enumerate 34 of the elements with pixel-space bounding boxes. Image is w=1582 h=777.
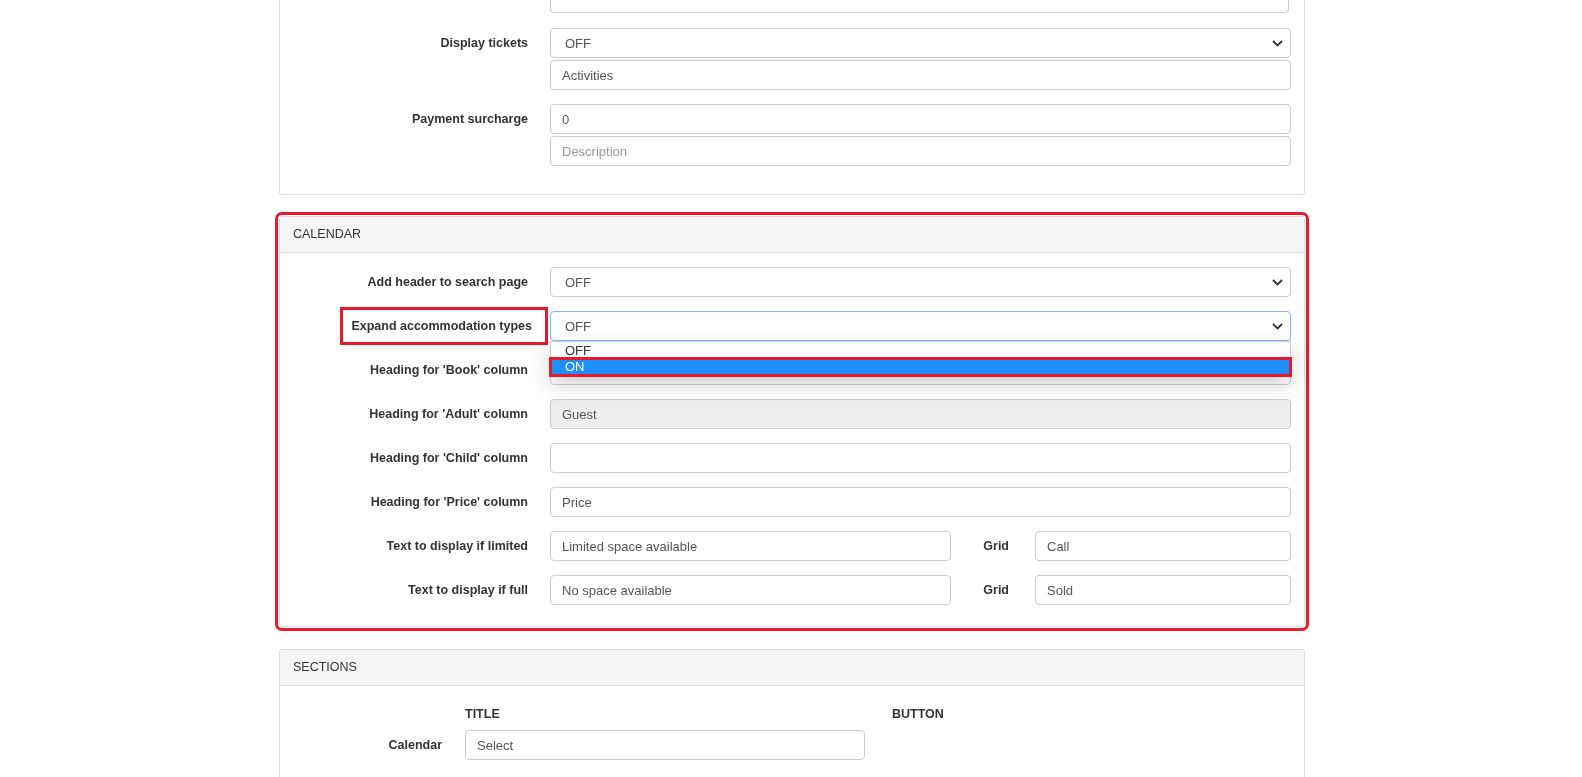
chevron-icon (1272, 322, 1283, 330)
field-label: Display tickets (440, 35, 528, 52)
chevron-icon (1272, 278, 1283, 286)
field-label: Expand accommodation types (340, 307, 548, 345)
field-label: Heading for 'Child' column (369, 450, 528, 467)
field-label: Heading for 'Book' column (369, 362, 528, 379)
field-label: Add header to search page (367, 274, 528, 291)
column-header: TITLE (465, 706, 501, 722)
field-label: Payment surcharge (411, 111, 528, 128)
field-label: Grid (983, 538, 1009, 555)
text-field[interactable]: Select (465, 730, 865, 760)
dropdown-field[interactable]: OFF (550, 28, 1291, 58)
dropdown-option[interactable]: OFF (551, 343, 1290, 359)
section-header: SECTIONS (280, 650, 1304, 686)
column-header: BUTTON (892, 706, 945, 722)
chevron-icon (1272, 39, 1283, 47)
field-label: Grid (983, 582, 1009, 599)
section-header: CALENDAR (280, 217, 1304, 253)
field-label: Heading for 'Adult' column (369, 406, 528, 423)
text-field[interactable]: Sold (1035, 575, 1291, 605)
text-field[interactable]: 0 (550, 104, 1291, 134)
field-label: Heading for 'Price' column (370, 494, 528, 511)
text-field[interactable]: Activities (550, 60, 1291, 90)
text-field[interactable]: Call (1035, 531, 1291, 561)
dropdown-field[interactable]: OFF (550, 267, 1291, 297)
text-field[interactable]: Limited space available (550, 531, 951, 561)
field-label: Calendar (388, 737, 442, 754)
dropdown-field[interactable]: OFF (550, 311, 1291, 341)
dropdown-field[interactable] (550, 0, 1289, 13)
field-label: Text to display if limited (386, 538, 528, 555)
text-field[interactable]: Price (550, 487, 1291, 517)
text-field[interactable] (550, 443, 1291, 473)
field-label: Text to display if full (408, 582, 528, 599)
text-field[interactable]: No space available (550, 575, 951, 605)
